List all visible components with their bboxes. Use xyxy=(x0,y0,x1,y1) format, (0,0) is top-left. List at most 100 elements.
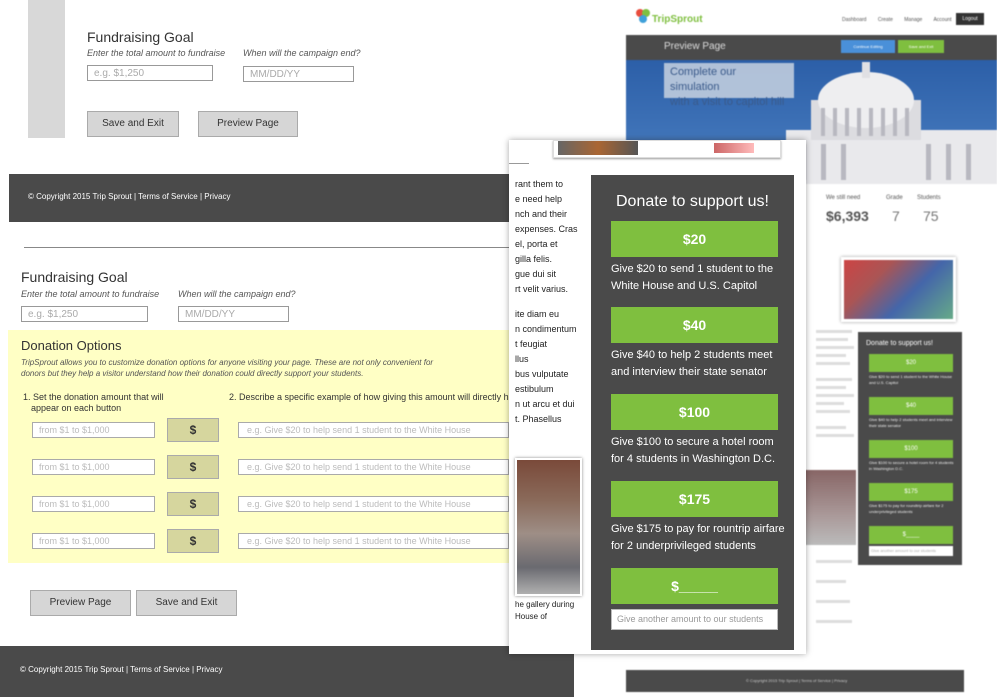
body-line: el, porta et xyxy=(515,239,558,249)
desc-line: donors but they help a visitor understan… xyxy=(21,369,364,378)
footer-sep: | xyxy=(199,192,203,201)
body-line: bus vulputate xyxy=(515,369,569,379)
amount-label: Enter the total amount to fundraise xyxy=(87,48,226,58)
donate-desc: Give $20 to send 1 student to the White … xyxy=(611,263,774,292)
end-date-input[interactable]: MM/DD/YY xyxy=(243,66,354,82)
mini-amount-button[interactable]: $100 xyxy=(869,440,953,458)
nav: Dashboard Create Manage Account xyxy=(842,17,952,23)
dollar-button[interactable]: $ xyxy=(167,492,219,516)
preview-page-button[interactable]: Preview Page xyxy=(30,590,131,616)
body-line: estibulum xyxy=(515,384,554,394)
stat-label: We still need xyxy=(826,195,861,201)
donate-desc: Give $40 to help 2 students meet and int… xyxy=(611,349,773,378)
donate-title: Donate to support us! xyxy=(616,193,769,210)
col1-line: 1. Set the donation amount that will xyxy=(23,392,164,402)
donate-20-button[interactable]: $20 xyxy=(611,221,778,257)
stat-value: 7 xyxy=(892,208,900,224)
fundraising-goal-heading: Fundraising Goal xyxy=(87,29,194,45)
rule xyxy=(509,163,529,164)
donation-example-input[interactable]: e.g. Give $20 to help send 1 student to … xyxy=(238,496,509,512)
desc-line: TripSprout allows you to customize donat… xyxy=(21,358,434,367)
stat-label: Grade xyxy=(886,195,903,201)
body-line: gilla felis. xyxy=(515,254,553,264)
mini-amount-button[interactable]: $175 xyxy=(869,483,953,501)
donation-amount-input[interactable]: from $1 to $1,000 xyxy=(32,533,155,549)
mini-donate-title: Donate to support us! xyxy=(866,340,933,347)
save-exit-button[interactable]: Save and Exit xyxy=(898,40,944,53)
assembly-photo xyxy=(517,460,580,594)
terms-link[interactable]: Terms of Service xyxy=(130,665,190,674)
dollar-button[interactable]: $ xyxy=(167,529,219,553)
mini-amount-button[interactable]: $40 xyxy=(869,397,953,415)
mini-desc: Give $175 to pay for roundtrip airfare f… xyxy=(869,503,944,514)
body-line: rt velit varius. xyxy=(515,284,569,294)
stat-label: Students xyxy=(917,195,941,201)
body-line: nch and their xyxy=(515,209,568,219)
continue-editing-button[interactable]: Continue Editing xyxy=(841,40,895,53)
stat-value: 75 xyxy=(923,208,939,224)
goal-amount-input[interactable]: e.g. $1,250 xyxy=(87,65,213,81)
nav-dashboard[interactable]: Dashboard xyxy=(842,17,866,23)
footer-sep: | xyxy=(125,665,129,674)
amount-label: Enter the total amount to fundraise xyxy=(21,289,160,299)
donation-example-input[interactable]: e.g. Give $20 to help send 1 student to … xyxy=(238,533,509,549)
donate-desc: Give $100 to secure a hotel room for 4 s… xyxy=(611,436,776,465)
body-line: expenses. Cras xyxy=(515,224,578,234)
donation-example-input[interactable]: e.g. Give $20 to help send 1 student to … xyxy=(238,459,509,475)
save-exit-button[interactable]: Save and Exit xyxy=(87,111,179,137)
end-date-input[interactable]: MM/DD/YY xyxy=(178,306,289,322)
copyright-text: © Copyright 2015 Trip Sprout xyxy=(20,665,124,674)
donate-40-button[interactable]: $40 xyxy=(611,307,778,343)
dollar-button[interactable]: $ xyxy=(167,418,219,442)
donation-options-desc: TripSprout allows you to customize donat… xyxy=(21,357,501,379)
donate-custom-button[interactable]: $_____ xyxy=(611,568,778,604)
donation-options-heading: Donation Options xyxy=(21,338,122,353)
nav-create[interactable]: Create xyxy=(878,17,893,23)
donation-amount-input[interactable]: from $1 to $1,000 xyxy=(32,459,155,475)
mini-desc: Give $40 to help 2 students meet and int… xyxy=(869,417,953,428)
donation-amount-input[interactable]: from $1 to $1,000 xyxy=(32,422,155,438)
mini-amount-button[interactable]: $____ xyxy=(869,526,953,544)
body-gap xyxy=(515,297,593,307)
caption-line: he gallery during xyxy=(515,600,575,609)
body-line: rant them to xyxy=(515,179,564,189)
privacy-link[interactable]: Privacy xyxy=(196,665,222,674)
nav-manage[interactable]: Manage xyxy=(904,17,922,23)
assembly-photo xyxy=(804,470,856,545)
photo-strip-image xyxy=(558,141,638,155)
body-line: t. Phasellus xyxy=(515,414,562,424)
copyright-text: © Copyright 2015 Trip Sprout xyxy=(28,192,132,201)
nav-account[interactable]: Account xyxy=(933,17,951,23)
assembly-photo-frame xyxy=(515,458,582,596)
divider xyxy=(24,247,509,248)
logout-button[interactable]: Logout xyxy=(956,13,984,25)
date-label: When will the campaign end? xyxy=(243,48,361,58)
terms-link[interactable]: Terms of Service xyxy=(138,192,198,201)
sidebar-strip xyxy=(28,0,65,138)
privacy-link[interactable]: Privacy xyxy=(204,192,230,201)
example-column-label: 2. Describe a specific example of how gi… xyxy=(229,392,509,402)
mini-amount-button[interactable]: $20 xyxy=(869,354,953,372)
caption-line: House of xyxy=(515,612,548,621)
photo-strip-image xyxy=(714,143,754,153)
hero-caption: Complete our simulation with a visit to … xyxy=(664,63,794,108)
body-line: n condimentum xyxy=(515,324,577,334)
mini-desc: Give $20 to send 1 student to the White … xyxy=(869,374,952,385)
other-amount-input[interactable]: Give another amount to our students xyxy=(611,609,778,630)
save-exit-button[interactable]: Save and Exit xyxy=(136,590,237,616)
donation-example-input[interactable]: e.g. Give $20 to help send 1 student to … xyxy=(238,422,509,438)
mini-other-amount-input[interactable]: Give another amount to our students xyxy=(869,546,953,556)
stat-value: $6,393 xyxy=(826,208,869,224)
donate-desc: Give $175 to pay for rountrip airfare fo… xyxy=(611,523,785,552)
body-line: gue dui sit xyxy=(515,269,557,279)
dollar-button[interactable]: $ xyxy=(167,455,219,479)
body-line: llus xyxy=(515,354,529,364)
preview-page-button[interactable]: Preview Page xyxy=(198,111,298,137)
sprout-logo-icon xyxy=(634,7,652,25)
amount-column-label: 1. Set the donation amount that will app… xyxy=(23,392,164,414)
donate-175-button[interactable]: $175 xyxy=(611,481,778,517)
goal-amount-input[interactable]: e.g. $1,250 xyxy=(21,306,148,322)
photo-strip xyxy=(553,140,781,158)
donate-100-button[interactable]: $100 xyxy=(611,394,778,430)
donation-amount-input[interactable]: from $1 to $1,000 xyxy=(32,496,155,512)
